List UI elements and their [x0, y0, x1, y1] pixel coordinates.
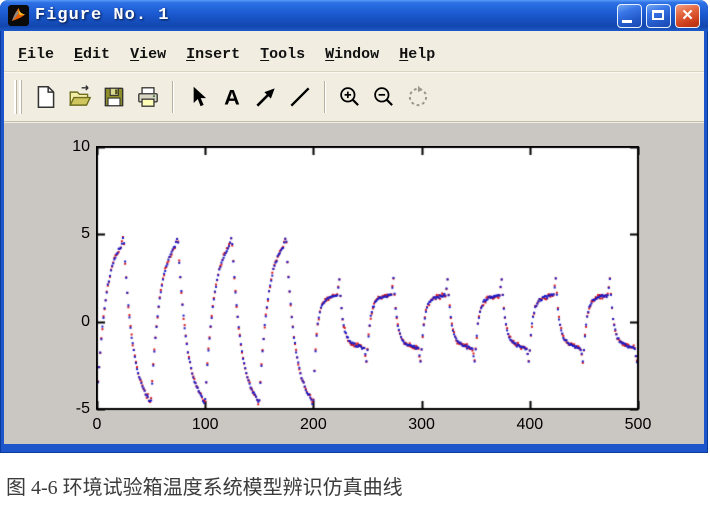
figure-canvas: 0100200300400500-50510 — [4, 123, 704, 444]
x-tick-label: 200 — [285, 416, 341, 434]
titlebar[interactable]: Figure No. 1 ✕ — [0, 0, 708, 31]
print-icon — [135, 84, 161, 110]
text-button[interactable]: A — [217, 82, 247, 112]
x-tick-label: 300 — [394, 416, 450, 434]
zoom-out-icon — [371, 84, 397, 110]
menu-item-window[interactable]: Window — [323, 45, 381, 64]
menu-item-tools[interactable]: Tools — [258, 45, 307, 64]
window-controls: ✕ — [617, 4, 700, 28]
print-button[interactable] — [133, 82, 163, 112]
window-content: FileEditViewInsertToolsWindowHelp A 0100… — [4, 31, 704, 444]
menu-item-insert[interactable]: Insert — [184, 45, 242, 64]
zoom-in-icon — [337, 84, 363, 110]
maximize-icon — [652, 10, 664, 20]
plot-area — [96, 146, 640, 411]
add-line-button[interactable] — [285, 82, 315, 112]
figure-window: Figure No. 1 ✕ File Edit View Insert Tools Wi… — [0, 0, 708, 453]
matlab-icon[interactable] — [8, 5, 29, 26]
svg-text:A: A — [224, 85, 240, 110]
y-tick-label: 10 — [46, 138, 90, 156]
minimize-button[interactable] — [617, 4, 642, 28]
x-tick-label: 0 — [69, 416, 125, 434]
add-arrow-button[interactable] — [251, 82, 281, 112]
maximize-button[interactable] — [646, 4, 671, 28]
figure-caption: 图 4-6 环境试验箱温度系统模型辨识仿真曲线 — [6, 471, 706, 500]
add-arrow-icon — [253, 84, 279, 110]
new-file-button[interactable] — [31, 82, 61, 112]
toolbar-separator — [172, 81, 174, 113]
y-tick-label: -5 — [46, 400, 90, 418]
open-file-button[interactable] — [65, 82, 95, 112]
save-button[interactable] — [99, 82, 129, 112]
x-tick-label: 400 — [502, 416, 558, 434]
y-tick-label: 0 — [46, 313, 90, 331]
toolbar: A — [4, 72, 704, 122]
toolbar-separator — [324, 81, 326, 113]
toolbar-handle[interactable] — [14, 80, 22, 114]
rotate-3d-button[interactable] — [403, 82, 433, 112]
rotate-3d-icon — [405, 84, 431, 110]
pointer-button[interactable] — [183, 82, 213, 112]
window-title: Figure No. 1 — [35, 6, 617, 25]
menu-item-view[interactable]: View — [128, 45, 168, 64]
save-icon — [101, 84, 127, 110]
menu-bar: File Edit View Insert Tools Window Help — [4, 31, 704, 72]
zoom-in-button[interactable] — [335, 82, 365, 112]
add-line-icon — [287, 84, 313, 110]
zoom-out-button[interactable] — [369, 82, 399, 112]
y-tick-label: 5 — [46, 225, 90, 243]
menu-item-edit[interactable]: Edit — [72, 45, 112, 64]
x-tick-label: 500 — [610, 416, 666, 434]
menu-item-file[interactable]: File — [16, 45, 56, 64]
pointer-icon — [185, 84, 211, 110]
new-file-icon — [33, 84, 59, 110]
minimize-icon — [622, 20, 632, 23]
close-button[interactable]: ✕ — [675, 4, 700, 28]
close-icon: ✕ — [676, 6, 699, 24]
open-file-icon — [67, 84, 93, 110]
menu-item-help[interactable]: Help — [397, 45, 437, 64]
text-icon: A — [219, 84, 245, 110]
x-tick-label: 100 — [177, 416, 233, 434]
